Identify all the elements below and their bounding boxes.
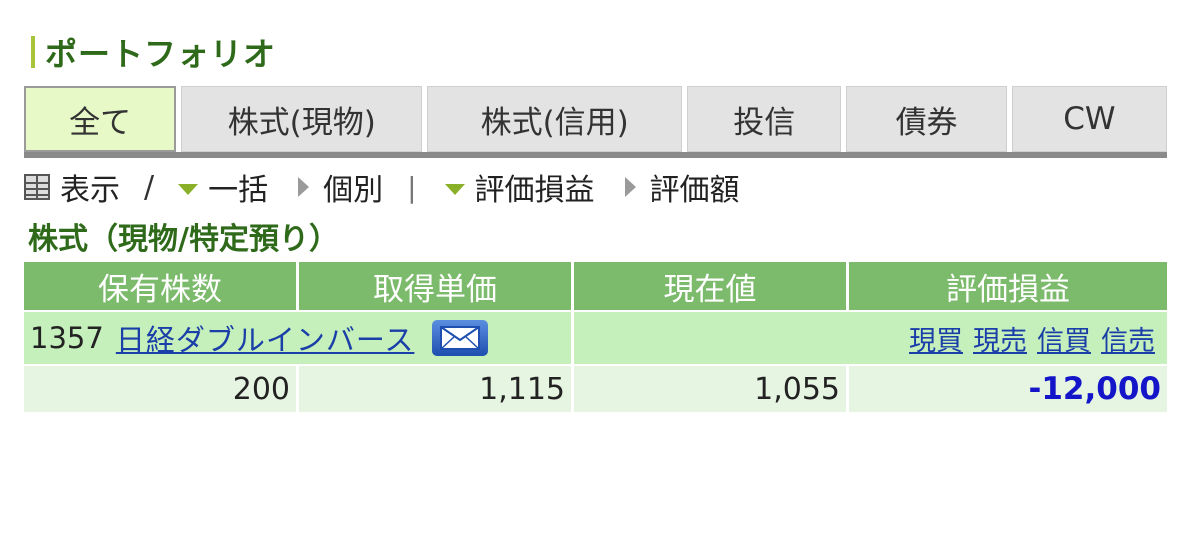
triangle-down-icon xyxy=(444,183,465,195)
tab-all[interactable]: 全て xyxy=(24,86,177,152)
triangle-right-icon xyxy=(624,177,636,197)
trade-actions: 現買 現売 信買 信売 xyxy=(574,312,1167,364)
column-header-shares: 保有株数 xyxy=(24,262,299,310)
table-icon xyxy=(24,174,50,200)
section-title: 株式（現物/特定預り） xyxy=(28,222,339,257)
triangle-down-icon xyxy=(178,183,199,195)
bulk-display-link[interactable]: 一括 xyxy=(208,165,268,209)
buy-margin-link[interactable]: 信買 xyxy=(1037,319,1091,358)
acquisition-price-value: 1,115 xyxy=(299,366,574,412)
table-header-row: 保有株数 取得単価 現在値 評価損益 xyxy=(24,262,1167,310)
tab-funds[interactable]: 投信 xyxy=(687,86,842,152)
stock-identity: 1357 日経ダブルインバース xyxy=(24,312,574,364)
display-label: 表示 xyxy=(60,173,120,208)
holdings-table: 保有株数 取得単価 現在値 評価損益 1357 日経ダブルインバース 現買 現売… xyxy=(24,262,1167,412)
asset-tabs: 全て 株式(現物) 株式(信用) 投信 債券 CW xyxy=(24,86,1168,158)
stock-name-link[interactable]: 日経ダブルインバース xyxy=(116,317,415,359)
divider: | xyxy=(407,170,417,204)
title-accent-bar xyxy=(31,36,35,68)
mail-icon[interactable] xyxy=(432,320,489,356)
display-controls: 表示 / 一括 個別 | 評価損益 評価額 xyxy=(24,164,746,210)
tab-bonds[interactable]: 債券 xyxy=(846,86,1007,152)
tab-stock-cash[interactable]: 株式(現物) xyxy=(181,86,423,152)
tab-stock-margin[interactable]: 株式(信用) xyxy=(427,86,683,152)
profit-loss-value: -12,000 xyxy=(849,366,1167,412)
slash-separator: / xyxy=(144,169,155,205)
sell-cash-link[interactable]: 現売 xyxy=(973,319,1027,358)
stock-code: 1357 xyxy=(30,321,104,355)
page-title: ポートフォリオ xyxy=(45,35,277,73)
sell-margin-link[interactable]: 信売 xyxy=(1101,319,1155,358)
profit-loss-link[interactable]: 評価損益 xyxy=(475,165,595,209)
stock-name-row: 1357 日経ダブルインバース 現買 現売 信買 信売 xyxy=(24,312,1167,364)
column-header-acquisition-price: 取得単価 xyxy=(299,262,574,310)
column-header-profit-loss: 評価損益 xyxy=(849,262,1167,310)
valuation-link[interactable]: 評価額 xyxy=(650,165,740,209)
current-price-value: 1,055 xyxy=(574,366,849,412)
profit-loss-amount: -12,000 xyxy=(1028,371,1162,407)
buy-cash-link[interactable]: 現買 xyxy=(909,319,963,358)
column-header-current-price: 現在値 xyxy=(574,262,849,310)
envelope-icon xyxy=(440,326,481,350)
tab-cw[interactable]: CW xyxy=(1011,86,1168,152)
shares-value: 200 xyxy=(24,366,299,412)
table-row: 200 1,115 1,055 -12,000 xyxy=(24,366,1167,412)
triangle-right-icon xyxy=(298,177,310,197)
page-header: ポートフォリオ xyxy=(24,30,276,74)
individual-display-link[interactable]: 個別 xyxy=(323,165,383,209)
